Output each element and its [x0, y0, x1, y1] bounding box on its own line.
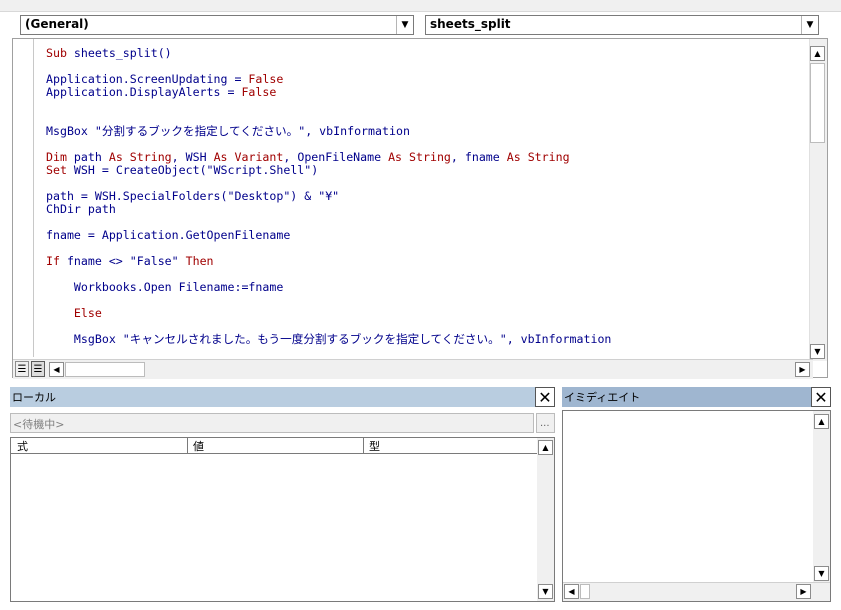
close-icon[interactable]: ✕ [811, 387, 831, 407]
immediate-horizontal-scrollbar[interactable]: ◀ ▶ [563, 582, 830, 601]
code-line[interactable]: fname = Application.GetOpenFilename [46, 229, 611, 242]
procedure-combo[interactable]: sheets_split ▼ [425, 15, 819, 35]
object-combo[interactable]: (General) ▼ [20, 15, 414, 35]
code-keyword: Then [185, 254, 214, 268]
code-token: Application.ScreenUpdating = [46, 72, 249, 86]
code-line[interactable]: Workbooks.Open Filename:=fname [46, 281, 611, 294]
code-keyword: As String [388, 150, 451, 164]
code-keyword: False [248, 72, 284, 86]
horizontal-scroll-thumb[interactable] [580, 584, 590, 599]
scroll-down-icon[interactable]: ▼ [814, 566, 829, 581]
code-token: , fname [450, 150, 507, 164]
code-line[interactable]: MsgBox "分割するブックを指定してください。", vbInformatio… [46, 125, 611, 138]
code-line[interactable]: Application.DisplayAlerts = False [46, 86, 611, 99]
code-text[interactable]: Sub sheets_split() Application.ScreenUpda… [46, 47, 611, 346]
scroll-up-icon[interactable]: ▲ [810, 46, 825, 61]
code-line[interactable] [46, 99, 611, 112]
code-line[interactable]: Set WSH = CreateObject("WScript.Shell") [46, 164, 611, 177]
code-keyword: If [46, 254, 60, 268]
code-line[interactable]: MsgBox "キャンセルされました。もう一度分割するブックを指定してください。… [46, 332, 612, 346]
horizontal-scroll-thumb[interactable] [65, 362, 145, 377]
column-header-type[interactable]: 型 [369, 438, 380, 454]
scroll-right-icon[interactable]: ▶ [795, 362, 810, 377]
code-line[interactable]: Sub sheets_split() [46, 47, 611, 60]
code-line[interactable]: If fname <> "False" Then [46, 255, 611, 268]
code-token: fname = Application.GetOpenFilename [46, 228, 291, 242]
procedure-combo-value: sheets_split [430, 17, 511, 31]
column-header-expression[interactable]: 式 [17, 438, 28, 454]
code-token: , WSH [171, 150, 214, 164]
code-line[interactable] [46, 294, 611, 307]
code-horizontal-scrollbar[interactable]: ☰ ☰ ◀ ▶ [13, 359, 813, 379]
scroll-down-icon[interactable]: ▼ [810, 344, 825, 359]
scroll-left-icon[interactable]: ◀ [49, 362, 64, 377]
code-keyword: Set [46, 163, 67, 177]
scroll-up-icon[interactable]: ▲ [538, 440, 553, 455]
code-token: ChDir path [46, 202, 116, 216]
immediate-window-title: イミディエイト [564, 391, 641, 404]
locals-more-label: ... [540, 418, 550, 429]
scroll-down-icon[interactable]: ▼ [538, 584, 553, 599]
code-token: Application.DisplayAlerts = [46, 85, 242, 99]
code-token: fname <> "False" [59, 254, 186, 268]
code-vertical-scrollbar[interactable]: ▲ ▼ [809, 39, 827, 361]
scroll-thumb[interactable] [810, 63, 825, 143]
code-token: , OpenFileName [283, 150, 389, 164]
immediate-window-header[interactable]: イミディエイト ✕ [562, 387, 831, 407]
toolbar-strip [0, 0, 841, 12]
code-editor[interactable]: Sub sheets_split() Application.ScreenUpda… [12, 38, 828, 379]
margin-indicator-bar[interactable] [13, 39, 34, 357]
code-keyword: Else [73, 306, 102, 320]
code-line[interactable]: ChDir path [46, 203, 611, 216]
locals-grid-header: 式 値 型 [11, 438, 537, 454]
full-module-view-icon[interactable]: ☰ [31, 361, 45, 377]
code-keyword: As Variant [213, 150, 284, 164]
locals-more-button[interactable]: ... [536, 413, 555, 433]
close-icon[interactable]: ✕ [535, 387, 555, 407]
column-divider [363, 438, 364, 453]
code-keyword: Sub [46, 46, 67, 60]
object-combo-value: (General) [25, 17, 89, 31]
code-keyword: False [241, 85, 277, 99]
immediate-window-body[interactable]: ▲ ▼ ◀ ▶ [562, 410, 831, 602]
code-line[interactable]: Else [46, 307, 611, 320]
immediate-vertical-scrollbar[interactable]: ▲ ▼ [813, 411, 830, 583]
code-token: sheets_split() [66, 46, 172, 60]
chevron-down-icon[interactable]: ▼ [396, 16, 413, 34]
code-token: path [66, 150, 109, 164]
column-header-value[interactable]: 値 [193, 438, 204, 454]
locals-window-header[interactable]: ローカル ✕ [10, 387, 555, 407]
chevron-down-icon[interactable]: ▼ [801, 16, 818, 34]
column-divider [187, 438, 188, 453]
locals-window-title: ローカル [12, 391, 56, 404]
code-keyword: As String [506, 150, 570, 164]
code-token: MsgBox "キャンセルされました。もう一度分割するブックを指定してください。… [46, 332, 612, 346]
scroll-left-icon[interactable]: ◀ [564, 584, 579, 599]
scroll-up-icon[interactable]: ▲ [814, 414, 829, 429]
code-keyword: Dim [46, 150, 67, 164]
scroll-right-icon[interactable]: ▶ [796, 584, 811, 599]
code-keyword: As String [108, 150, 172, 164]
code-token: MsgBox "分割するブックを指定してください。", vbInformatio… [46, 124, 410, 138]
procedure-view-icon[interactable]: ☰ [15, 361, 29, 377]
code-line[interactable]: path = WSH.SpecialFolders("Desktop") & "… [46, 190, 611, 203]
code-token: Workbooks.Open Filename:=fname [46, 280, 284, 294]
code-token: path = WSH.SpecialFolders("Desktop") & "… [46, 189, 340, 203]
locals-status-field: <待機中> [10, 413, 534, 433]
locals-grid[interactable]: 式 値 型 ▲ ▼ [10, 437, 555, 602]
locals-status-text: <待機中> [13, 418, 65, 431]
locals-vertical-scrollbar[interactable]: ▲ ▼ [537, 438, 554, 601]
code-token: WSH = CreateObject("WScript.Shell") [66, 163, 319, 177]
